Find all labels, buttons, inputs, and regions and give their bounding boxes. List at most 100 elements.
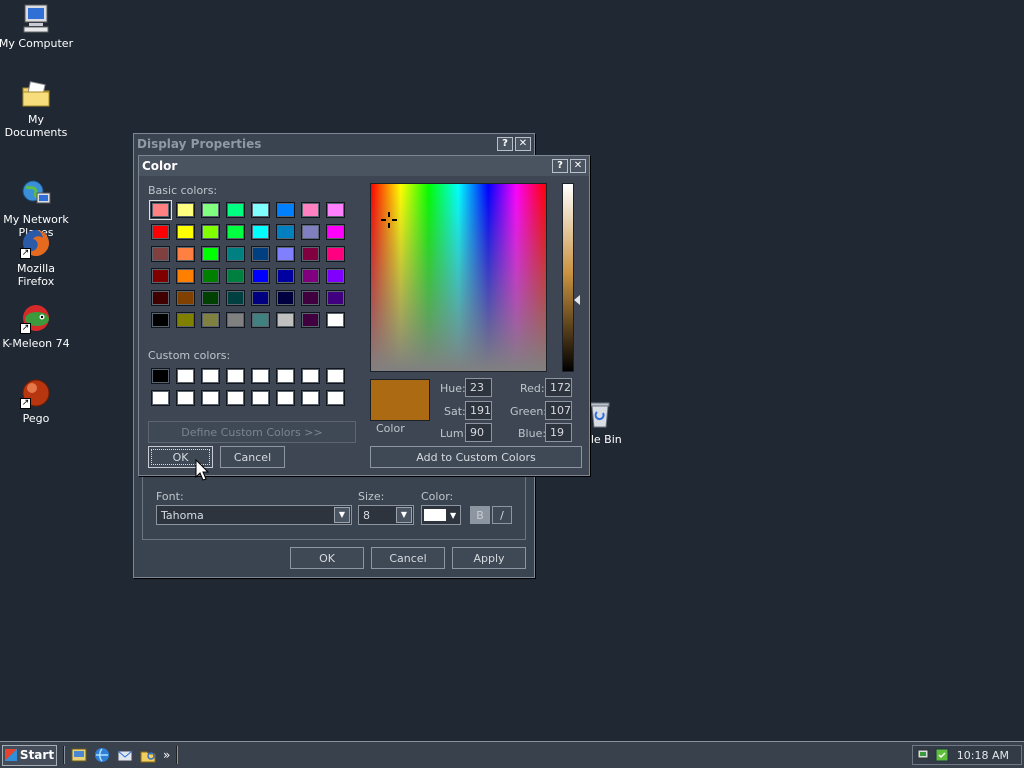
clock[interactable]: 10:18 AM xyxy=(957,749,1009,762)
basic-color-swatch[interactable] xyxy=(276,312,295,328)
red-input[interactable]: 172 xyxy=(545,378,572,397)
basic-color-swatch[interactable] xyxy=(201,246,220,262)
green-input[interactable]: 107 xyxy=(545,401,572,420)
basic-color-swatch[interactable] xyxy=(276,268,295,284)
basic-color-swatch[interactable] xyxy=(226,246,245,262)
help-button[interactable]: ? xyxy=(552,159,568,173)
windows-explorer-icon[interactable] xyxy=(139,746,157,764)
basic-color-swatch[interactable] xyxy=(276,224,295,240)
desktop-icon-pego[interactable]: ↗ Pego xyxy=(0,377,74,425)
luminance-bar[interactable] xyxy=(562,183,574,372)
size-select[interactable]: 8 ▼ xyxy=(358,505,414,525)
close-button[interactable]: ✕ xyxy=(515,137,531,151)
basic-color-swatch[interactable] xyxy=(149,200,172,220)
basic-color-swatch[interactable] xyxy=(226,312,245,328)
basic-color-swatch[interactable] xyxy=(301,312,320,328)
custom-color-swatch[interactable] xyxy=(201,390,220,406)
basic-color-swatch[interactable] xyxy=(326,312,345,328)
security-tray-icon[interactable] xyxy=(935,748,949,762)
basic-color-swatch[interactable] xyxy=(226,290,245,306)
basic-color-swatch[interactable] xyxy=(201,312,220,328)
help-button[interactable]: ? xyxy=(497,137,513,151)
lum-input[interactable]: 90 xyxy=(465,423,492,442)
chevron-down-icon[interactable]: ▼ xyxy=(334,507,350,523)
basic-color-swatch[interactable] xyxy=(151,224,170,240)
basic-color-swatch[interactable] xyxy=(176,268,195,284)
custom-color-swatch[interactable] xyxy=(151,390,170,406)
quicklaunch-overflow-button[interactable]: » xyxy=(163,748,170,762)
custom-color-swatch[interactable] xyxy=(226,390,245,406)
desktop-icon-my-documents[interactable]: My Documents xyxy=(0,78,74,139)
custom-color-swatch[interactable] xyxy=(251,390,270,406)
basic-color-swatch[interactable] xyxy=(226,268,245,284)
basic-color-swatch[interactable] xyxy=(201,268,220,284)
basic-color-swatch[interactable] xyxy=(151,246,170,262)
basic-color-swatch[interactable] xyxy=(326,246,345,262)
outlook-express-icon[interactable] xyxy=(116,746,134,764)
custom-color-swatch[interactable] xyxy=(326,390,345,406)
network-tray-icon[interactable] xyxy=(917,748,933,762)
desktop-icon-mozilla-firefox[interactable]: ↗ Mozilla Firefox xyxy=(0,227,74,288)
luminance-arrow-icon[interactable] xyxy=(574,295,580,305)
basic-color-swatch[interactable] xyxy=(201,202,220,218)
basic-color-swatch[interactable] xyxy=(176,290,195,306)
basic-color-swatch[interactable] xyxy=(276,202,295,218)
basic-color-swatch[interactable] xyxy=(176,312,195,328)
basic-color-swatch[interactable] xyxy=(251,290,270,306)
apply-button[interactable]: Apply xyxy=(452,547,526,569)
basic-color-swatch[interactable] xyxy=(301,290,320,306)
start-button[interactable]: Start xyxy=(2,744,57,766)
custom-color-swatch[interactable] xyxy=(301,390,320,406)
custom-color-swatch[interactable] xyxy=(201,368,220,384)
basic-color-swatch[interactable] xyxy=(251,268,270,284)
cancel-button[interactable]: Cancel xyxy=(220,446,285,468)
custom-color-swatch[interactable] xyxy=(176,368,195,384)
chevron-down-icon[interactable]: ▼ xyxy=(396,507,412,523)
chevron-down-icon[interactable]: ▼ xyxy=(450,511,456,520)
basic-color-swatch[interactable] xyxy=(176,224,195,240)
basic-color-swatch[interactable] xyxy=(226,202,245,218)
basic-color-swatch[interactable] xyxy=(276,246,295,262)
custom-color-swatch[interactable] xyxy=(276,390,295,406)
basic-color-swatch[interactable] xyxy=(226,224,245,240)
custom-color-swatch[interactable] xyxy=(251,368,270,384)
basic-color-swatch[interactable] xyxy=(201,290,220,306)
basic-color-swatch[interactable] xyxy=(326,202,345,218)
basic-color-swatch[interactable] xyxy=(301,246,320,262)
basic-color-swatch[interactable] xyxy=(176,246,195,262)
basic-color-swatch[interactable] xyxy=(326,268,345,284)
add-to-custom-colors-button[interactable]: Add to Custom Colors xyxy=(370,446,582,468)
basic-color-swatch[interactable] xyxy=(251,202,270,218)
basic-color-swatch[interactable] xyxy=(326,224,345,240)
basic-color-swatch[interactable] xyxy=(201,224,220,240)
basic-color-swatch[interactable] xyxy=(326,290,345,306)
basic-color-swatch[interactable] xyxy=(151,268,170,284)
display-properties-titlebar[interactable]: Display Properties ? ✕ xyxy=(134,134,534,154)
italic-button[interactable]: / xyxy=(492,506,512,524)
basic-color-swatch[interactable] xyxy=(151,312,170,328)
color-dialog-titlebar[interactable]: Color ? ✕ xyxy=(139,156,589,176)
blue-input[interactable]: 19 xyxy=(545,423,572,442)
custom-color-swatch[interactable] xyxy=(326,368,345,384)
basic-color-swatch[interactable] xyxy=(251,224,270,240)
font-color-picker[interactable]: ▼ xyxy=(421,505,461,525)
close-button[interactable]: ✕ xyxy=(570,159,586,173)
basic-color-swatch[interactable] xyxy=(301,268,320,284)
define-custom-colors-button[interactable]: Define Custom Colors >> xyxy=(148,421,356,443)
basic-color-swatch[interactable] xyxy=(251,312,270,328)
show-desktop-icon[interactable] xyxy=(70,746,88,764)
custom-color-swatch[interactable] xyxy=(176,390,195,406)
basic-color-swatch[interactable] xyxy=(176,202,195,218)
basic-color-swatch[interactable] xyxy=(251,246,270,262)
desktop-icon-my-computer[interactable]: My Computer xyxy=(0,2,74,50)
bold-button[interactable]: B xyxy=(470,506,490,524)
cancel-button[interactable]: Cancel xyxy=(371,547,445,569)
internet-explorer-icon[interactable] xyxy=(93,746,111,764)
custom-color-swatch[interactable] xyxy=(276,368,295,384)
basic-color-swatch[interactable] xyxy=(301,224,320,240)
color-spectrum[interactable] xyxy=(370,183,547,372)
basic-color-swatch[interactable] xyxy=(276,290,295,306)
basic-color-swatch[interactable] xyxy=(151,290,170,306)
sat-input[interactable]: 191 xyxy=(465,401,492,420)
desktop-icon-k-meleon[interactable]: ↗ K-Meleon 74 xyxy=(0,302,74,350)
